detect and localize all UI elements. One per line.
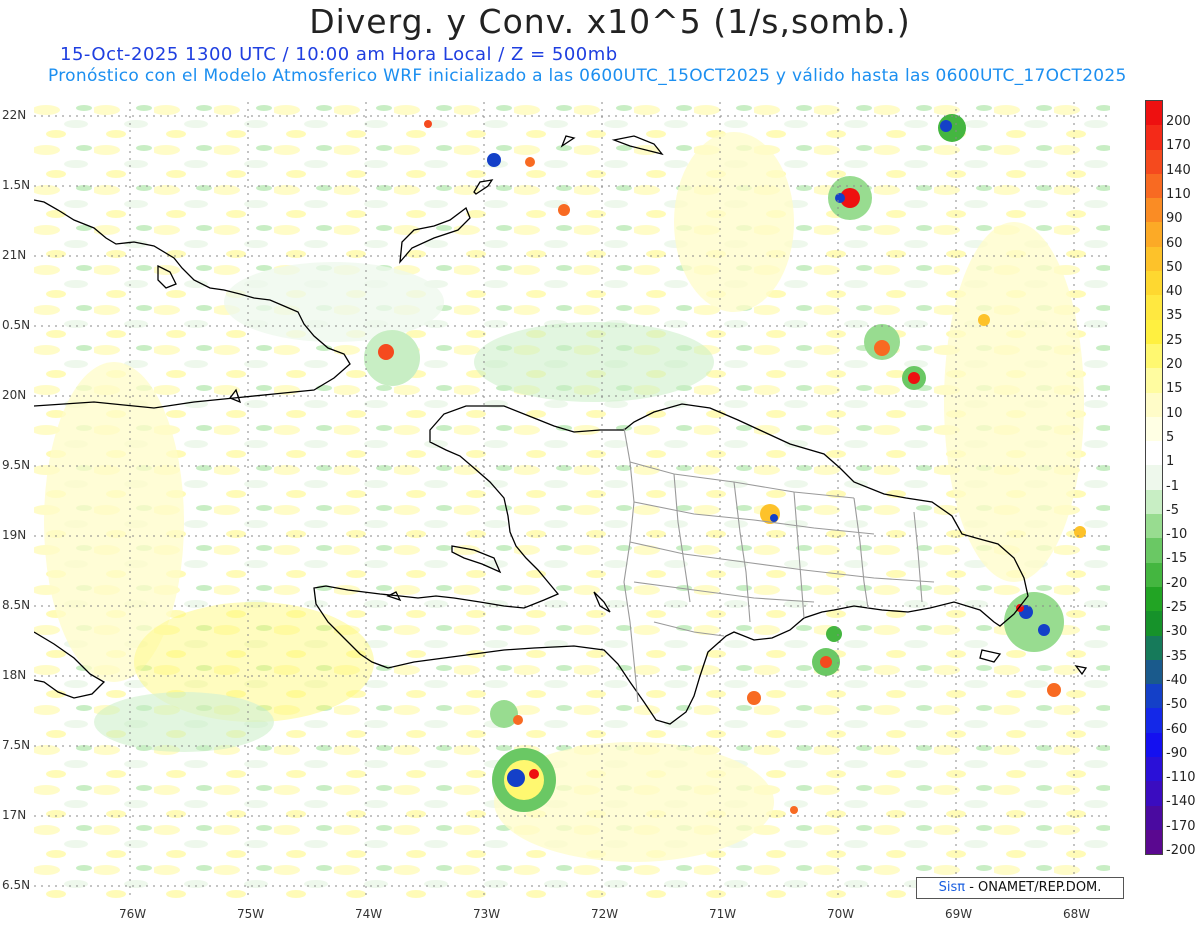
legend-label: -140 <box>1166 794 1196 810</box>
legend-swatch <box>1146 465 1162 490</box>
legend-swatch <box>1146 392 1162 417</box>
legend-swatch <box>1146 684 1162 709</box>
legend-label: 200 <box>1166 114 1191 129</box>
valid-time-subtitle: 15-Oct-2025 1300 UTC / 10:00 am Hora Loc… <box>60 44 618 65</box>
lat-tick-label: 8.5N <box>2 598 31 612</box>
legend-swatch <box>1146 198 1162 223</box>
legend-label: -40 <box>1166 672 1188 688</box>
legend-label: -35 <box>1166 648 1188 664</box>
lon-tick-label: 68W <box>1063 907 1091 921</box>
color-legend <box>1145 100 1163 856</box>
lat-tick-label: 18N <box>2 668 27 682</box>
legend-label: 1 <box>1166 454 1175 470</box>
lat-tick-label: 19N <box>2 528 27 542</box>
legend-swatch <box>1146 246 1162 272</box>
legend-swatch <box>1146 781 1162 806</box>
chart-title: Diverg. y Conv. x10^5 (1/s,somb.) <box>309 2 911 41</box>
legend-swatch <box>1146 173 1162 199</box>
legend-swatch <box>1146 101 1162 126</box>
lon-tick-label: 69W <box>945 907 973 921</box>
lon-tick-label: 75W <box>237 907 265 921</box>
legend-label: 15 <box>1166 381 1183 397</box>
legend-label: 110 <box>1166 186 1191 202</box>
legend-label: -90 <box>1166 745 1188 761</box>
legend-label: -15 <box>1166 551 1188 567</box>
legend-label: -5 <box>1166 502 1179 518</box>
lat-tick-label: 0.5N <box>2 318 31 332</box>
legend-swatch <box>1146 514 1162 539</box>
legend-label: -25 <box>1166 600 1188 615</box>
legend-label: -10 <box>1166 527 1188 543</box>
lat-tick-label: 17N <box>2 808 27 822</box>
lon-tick-label: 72W <box>591 907 619 921</box>
brand-name: Sisπ <box>938 880 966 895</box>
legend-label: -50 <box>1166 697 1188 713</box>
legend-swatch <box>1146 319 1162 344</box>
legend-swatch <box>1146 489 1162 515</box>
legend-swatch <box>1146 538 1162 563</box>
credit-box: Sisπ - ONAMET/REP.DOM. <box>916 877 1124 899</box>
legend-swatch <box>1146 611 1162 636</box>
legend-swatch <box>1146 586 1162 612</box>
lon-tick-label: 74W <box>355 907 383 921</box>
legend-swatch <box>1146 635 1162 660</box>
lat-tick-label: 1.5N <box>2 178 31 192</box>
legend-swatch <box>1146 757 1162 782</box>
model-run-subtitle: Pronóstico con el Modelo Atmosferico WRF… <box>48 66 1127 86</box>
legend-label: 60 <box>1166 235 1183 251</box>
lat-tick-label: 6.5N <box>2 878 31 892</box>
legend-swatch <box>1146 343 1162 369</box>
legend-label: -110 <box>1166 770 1196 786</box>
legend-label: 5 <box>1166 429 1175 445</box>
lon-tick-label: 70W <box>827 907 855 921</box>
lat-tick-label: 21N <box>2 248 27 262</box>
legend-label: -170 <box>1166 818 1196 834</box>
legend-label: -200 <box>1166 843 1196 858</box>
legend-label: 140 <box>1166 162 1191 178</box>
legend-swatch <box>1146 732 1162 758</box>
lat-tick-label: 7.5N <box>2 738 31 752</box>
legend-swatch <box>1146 829 1162 855</box>
lat-tick-label: 20N <box>2 388 27 402</box>
legend-swatch <box>1146 659 1162 685</box>
legend-label: 90 <box>1166 211 1183 227</box>
map-panel <box>34 102 1110 899</box>
lon-tick-label: 76W <box>119 907 147 921</box>
legend-swatch <box>1146 368 1162 393</box>
legend-label: -1 <box>1166 478 1179 494</box>
legend-swatch <box>1146 562 1162 587</box>
legend-label: 10 <box>1166 405 1183 421</box>
legend-label: 50 <box>1166 259 1183 275</box>
lat-tick-label: 22N <box>2 108 27 122</box>
legend-swatch <box>1146 271 1162 296</box>
legend-swatch <box>1146 805 1162 830</box>
legend-swatch <box>1146 441 1162 466</box>
legend-label: -20 <box>1166 575 1188 591</box>
legend-swatch <box>1146 416 1162 442</box>
legend-label: 20 <box>1166 357 1183 372</box>
legend-swatch <box>1146 125 1162 150</box>
lon-tick-label: 73W <box>473 907 501 921</box>
legend-swatch <box>1146 149 1162 174</box>
legend-label: -30 <box>1166 624 1188 640</box>
legend-swatch <box>1146 708 1162 733</box>
credit-text: - ONAMET/REP.DOM. <box>969 880 1102 895</box>
lon-tick-label: 71W <box>709 907 737 921</box>
legend-label: 35 <box>1166 308 1183 324</box>
legend-label: -60 <box>1166 721 1188 737</box>
legend-swatch <box>1146 222 1162 247</box>
legend-label: 40 <box>1166 284 1183 300</box>
legend-label: 170 <box>1166 138 1191 154</box>
lat-tick-label: 9.5N <box>2 458 31 472</box>
legend-swatch <box>1146 295 1162 320</box>
legend-label: 25 <box>1166 332 1183 348</box>
